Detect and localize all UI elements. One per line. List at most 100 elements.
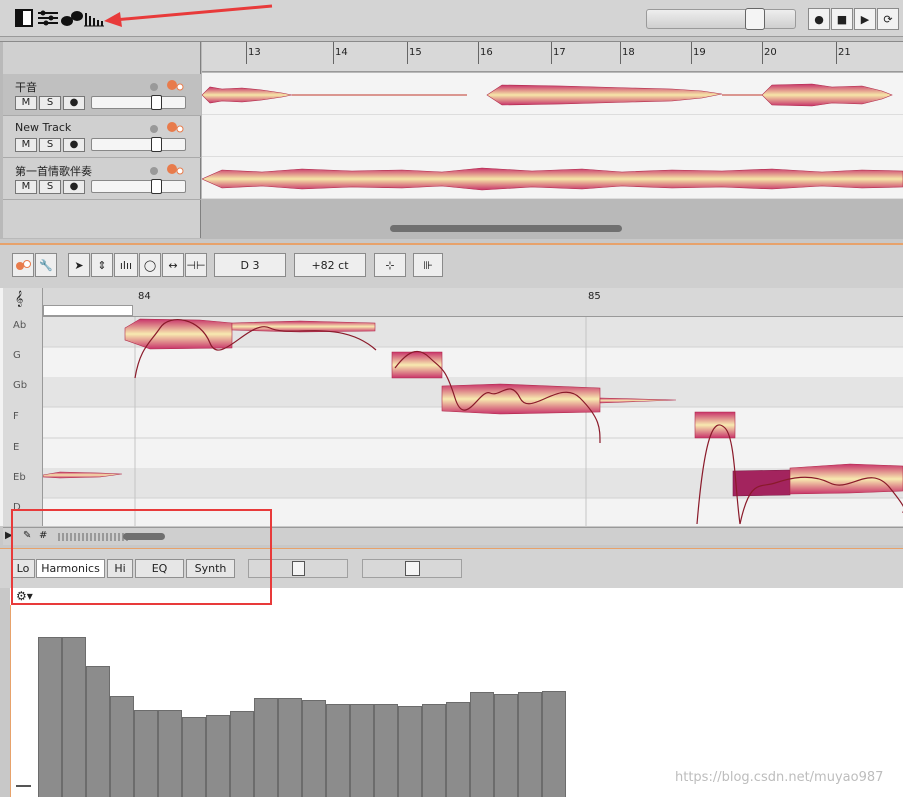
wrench-icon[interactable]: 🔧	[35, 253, 57, 277]
track-lane[interactable]	[201, 73, 903, 115]
harmonic-bar[interactable]	[374, 704, 398, 797]
panel-toggle-icon[interactable]	[15, 9, 33, 27]
track-name: 干音	[15, 81, 37, 94]
track-notes-icon[interactable]	[148, 121, 188, 138]
track-lanes[interactable]	[201, 73, 903, 199]
solo-button[interactable]: S	[39, 138, 61, 152]
time-tool-icon[interactable]: ↔	[162, 253, 184, 277]
record-arm-button[interactable]: ●	[63, 180, 85, 194]
harmonic-bar[interactable]	[470, 692, 494, 797]
track-lane[interactable]	[202, 115, 903, 157]
record-arm-button[interactable]: ●	[63, 138, 85, 152]
track-timeline[interactable]: 13 14 15 16 17 18 19 20 21	[202, 42, 903, 72]
harmonic-bar[interactable]	[398, 706, 422, 797]
mute-button[interactable]: M	[15, 138, 37, 152]
harmonic-bar[interactable]	[542, 691, 566, 797]
track-lane[interactable]	[201, 157, 903, 199]
record-arm-button[interactable]: ●	[63, 96, 85, 110]
harmonic-bar[interactable]	[134, 710, 158, 797]
pointer-tool-icon[interactable]: ➤	[68, 253, 90, 277]
bar-tick	[333, 42, 334, 64]
harmonic-bar[interactable]	[518, 692, 542, 797]
volume-slider[interactable]	[91, 95, 186, 110]
mute-button[interactable]: M	[15, 96, 37, 110]
volume-knob[interactable]	[150, 95, 162, 110]
harmonic-bar[interactable]	[158, 710, 182, 797]
pitch-label: G	[13, 350, 21, 361]
note-grid[interactable]	[0, 288, 903, 526]
quantize-pitch-icon[interactable]: ⊹	[374, 253, 406, 277]
harmonic-bar[interactable]	[350, 704, 374, 797]
level-slider[interactable]	[362, 559, 462, 578]
bar-label: 13	[248, 47, 261, 58]
formant-tool-icon[interactable]: ◯	[139, 253, 161, 277]
separation-tool-icon[interactable]: ⊣⊢	[185, 253, 207, 277]
level-slider-knob[interactable]	[405, 561, 420, 576]
volume-knob[interactable]	[150, 179, 162, 194]
zoom-slider-knob[interactable]	[745, 8, 765, 30]
loop-icon[interactable]: ⟳	[877, 8, 899, 30]
bar-tick	[478, 42, 479, 64]
cents-value-field[interactable]: +82 ct	[294, 253, 366, 277]
pitch-label: E	[13, 442, 20, 453]
bar-tick	[836, 42, 837, 64]
pitch-ruler: 𝄞 Ab G Gb F E Eb D	[3, 288, 43, 526]
play-icon[interactable]: ▶	[854, 8, 876, 30]
selection-range[interactable]	[43, 305, 133, 316]
track-row[interactable]: 干音 M S ●	[3, 74, 201, 116]
bar-tick	[551, 42, 552, 64]
harmonic-bar[interactable]	[326, 704, 350, 797]
solo-button[interactable]: S	[39, 96, 61, 110]
harmonic-bar[interactable]	[422, 704, 446, 797]
harmonic-bar[interactable]	[446, 702, 470, 797]
annotation-box	[11, 509, 272, 605]
harmonic-bar[interactable]	[278, 698, 302, 797]
bar-tick	[620, 42, 621, 64]
pitch-value-field[interactable]: D 3	[214, 253, 286, 277]
ruler-label: 84	[138, 291, 151, 302]
waveform	[201, 83, 893, 107]
pitch-tool-icon[interactable]: ⇕	[91, 253, 113, 277]
horizontal-scrollbar[interactable]	[390, 225, 622, 232]
bar-label: 16	[480, 47, 493, 58]
harmonic-bar[interactable]	[86, 666, 110, 797]
ruler-label: 85	[588, 291, 601, 302]
notes-icon[interactable]	[61, 9, 83, 27]
bar-label: 21	[838, 47, 851, 58]
amplitude-tool-icon[interactable]: ılıı	[114, 253, 138, 277]
harmonic-bar[interactable]	[302, 700, 326, 797]
harmonic-bar[interactable]	[110, 696, 134, 797]
bar-tick	[246, 42, 247, 64]
track-notes-icon[interactable]	[148, 163, 188, 180]
track-row[interactable]: 第一首情歌伴奏 M S ●	[3, 158, 201, 200]
mix-slider-knob[interactable]	[292, 561, 305, 576]
quantize-time-icon[interactable]: ⊪	[413, 253, 443, 277]
editor-ruler[interactable]: 84 85	[43, 288, 903, 317]
harmonic-bar[interactable]	[206, 715, 230, 797]
bar-label: 20	[764, 47, 777, 58]
notes-view-icon[interactable]	[12, 253, 34, 277]
solo-button[interactable]: S	[39, 180, 61, 194]
zoom-slider[interactable]	[646, 9, 796, 29]
bar-tick	[691, 42, 692, 64]
volume-slider[interactable]	[91, 179, 186, 194]
harmonic-bar[interactable]	[254, 698, 278, 797]
waveform	[201, 167, 903, 191]
harmonic-bar[interactable]	[38, 637, 62, 797]
volume-knob[interactable]	[150, 137, 162, 152]
bar-tick	[762, 42, 763, 64]
clef-icon[interactable]: 𝄞	[15, 291, 23, 307]
mute-button[interactable]: M	[15, 180, 37, 194]
track-row[interactable]: New Track M S ●	[3, 116, 201, 158]
harmonic-bar[interactable]	[182, 717, 206, 797]
record-icon[interactable]: ●	[808, 8, 830, 30]
volume-slider[interactable]	[91, 137, 186, 152]
main-toolbar: ● ■ ▶ ⟳	[0, 0, 903, 37]
track-notes-icon[interactable]	[148, 79, 188, 96]
harmonic-bar[interactable]	[494, 694, 518, 797]
tracks-icon[interactable]	[37, 9, 58, 27]
harmonics-chart[interactable]	[10, 605, 903, 797]
harmonic-bar[interactable]	[62, 637, 86, 797]
harmonic-bar[interactable]	[230, 711, 254, 797]
stop-icon[interactable]: ■	[831, 8, 853, 30]
